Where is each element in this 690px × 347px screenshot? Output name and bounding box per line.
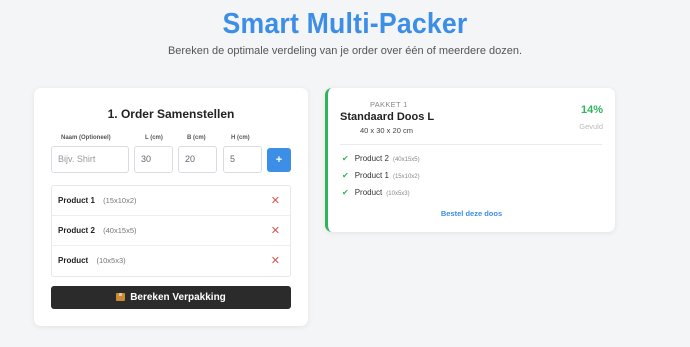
order-card: 1. Order Samenstellen Naam (Optioneel) L… [34,88,308,326]
item-dims: (40x15x5) [392,157,420,163]
box-dimensions: 40 x 30 x 20 cm [360,126,413,135]
remove-icon[interactable]: ✕ [271,186,280,216]
product-name-input[interactable]: Bijv. Shirt [51,146,129,173]
check-icon: ✔ [342,171,349,180]
product-name: Product 2 [58,226,95,235]
add-product-button[interactable]: + [267,148,291,172]
package-icon [116,293,126,301]
length-label: L (cm) [145,135,163,141]
package-result-card: PAKKET 1 Standaard Doos L 40 x 30 x 20 c… [325,88,615,232]
package-item: ✔ Product 2 (40x15x5) [342,154,420,163]
calculate-packing-button[interactable]: Bereken Verpakking [51,286,291,309]
height-input[interactable]: 5 [223,146,262,173]
item-name: Product [354,188,383,197]
width-label: B (cm) [187,135,206,141]
product-dims: (15x10x2) [103,196,137,205]
check-icon: ✔ [342,188,349,197]
remove-icon[interactable]: ✕ [271,246,280,276]
order-box-link[interactable]: Bestel deze doos [328,209,615,218]
package-item: ✔ Product (10x5x3) [342,188,410,197]
order-section-title: 1. Order Samenstellen [107,107,235,121]
item-name: Product 2 [354,154,389,163]
name-label: Naam (Optioneel) [61,135,111,141]
fill-label: Gevuld [579,122,603,131]
product-name: Product 1 [58,196,95,205]
remove-icon[interactable]: ✕ [271,216,280,246]
package-item: ✔ Product 1 (15x10x2) [342,171,420,180]
app-subtitle: Bereken de optimale verdeling van je ord… [167,45,523,57]
height-label: H (cm) [231,135,250,141]
package-label: PAKKET 1 [370,100,408,109]
product-list: Product 1 (15x10x2) ✕ Product 2 (40x15x5… [51,185,291,277]
item-dims: (10x5x3) [386,191,410,197]
item-dims: (15x10x2) [392,174,420,180]
product-dims: (10x5x3) [96,256,126,265]
box-name: Standaard Doos L [340,111,435,123]
list-item: Product (10x5x3) ✕ [52,246,290,276]
list-item: Product 1 (15x10x2) ✕ [52,186,290,216]
list-item: Product 2 (40x15x5) ✕ [52,216,290,246]
divider [340,144,602,145]
fill-percentage: 14% [580,104,603,116]
width-input[interactable]: 20 [178,146,217,173]
app-title: Smart Multi-Packer [222,8,468,40]
item-name: Product 1 [354,171,389,180]
length-input[interactable]: 30 [134,146,173,173]
product-name: Product [58,256,89,265]
check-icon: ✔ [342,154,349,163]
product-dims: (40x15x5) [103,226,137,235]
calculate-label: Bereken Verpakking [130,292,226,303]
